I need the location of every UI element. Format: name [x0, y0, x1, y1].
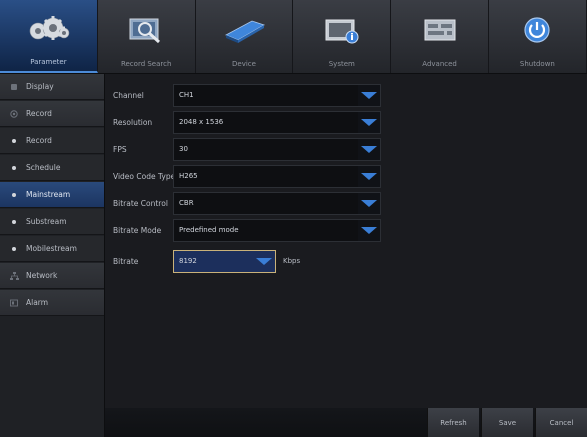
sidebar-item-label: Alarm — [26, 298, 49, 307]
field-label: Bitrate Control — [113, 198, 168, 208]
video-code-type-row: Video Code Type H265 — [105, 163, 381, 189]
sidebar-item-label: Mobilestream — [26, 244, 77, 253]
tab-label: Advanced — [422, 60, 457, 68]
resolution-select[interactable]: 2048 x 1536 — [173, 110, 381, 134]
sidebar-item-record-section[interactable]: Record — [0, 101, 104, 127]
save-button[interactable]: Save — [481, 408, 533, 437]
resolution-row: Resolution 2048 x 1536 — [105, 109, 381, 135]
bullet-icon — [8, 192, 20, 197]
dropdown-arrow-icon[interactable] — [358, 138, 380, 160]
field-label: Bitrate — [113, 256, 139, 266]
tab-label: Shutdown — [519, 60, 555, 68]
tab-device[interactable]: Device — [196, 0, 294, 73]
sidebar-item-record[interactable]: Record — [0, 128, 104, 154]
tab-shutdown[interactable]: Shutdown — [489, 0, 587, 73]
sidebar-item-label: Schedule — [26, 163, 61, 172]
sidebar-item-schedule[interactable]: Schedule — [0, 155, 104, 181]
tab-label: Parameter — [30, 58, 67, 66]
sidebar-item-label: Display — [26, 82, 54, 91]
mainstream-settings-panel: Channel CH1 Resolution 2048 x 1536 FPS 3… — [105, 74, 587, 437]
dropdown-arrow-icon[interactable] — [358, 84, 380, 106]
bitrate-mode-row: Bitrate Mode Predefined mode — [105, 217, 381, 243]
sidebar-item-substream[interactable]: Substream — [0, 209, 104, 235]
gears-icon — [26, 12, 70, 48]
channel-row: Channel CH1 — [105, 82, 381, 108]
advanced-board-icon — [420, 12, 460, 48]
sidebar: Display Record Record Schedule Mainstrea… — [0, 74, 105, 437]
tab-label: System — [328, 60, 355, 68]
sidebar-item-mainstream[interactable]: Mainstream — [0, 182, 104, 208]
sidebar-item-network[interactable]: Network — [0, 263, 104, 289]
tab-label: Record Search — [120, 60, 172, 68]
display-icon — [8, 83, 20, 90]
dropdown-arrow-icon[interactable] — [358, 219, 380, 241]
bullet-icon — [8, 165, 20, 170]
channel-select[interactable]: CH1 — [173, 83, 381, 107]
dropdown-arrow-icon[interactable] — [358, 165, 380, 187]
sidebar-item-alarm[interactable]: Alarm — [0, 290, 104, 316]
bitrate-control-row: Bitrate Control CBR — [105, 190, 381, 216]
alarm-icon — [8, 299, 20, 307]
bullet-icon — [8, 138, 20, 143]
top-tab-bar: Parameter Record Search Device System Ad… — [0, 0, 587, 74]
dropdown-arrow-icon[interactable] — [358, 111, 380, 133]
select-value: CBR — [179, 199, 194, 207]
sidebar-item-label: Record — [26, 136, 52, 145]
power-icon — [521, 12, 553, 48]
field-label: Channel — [113, 90, 144, 100]
tab-system[interactable]: System — [293, 0, 392, 73]
bitrate-unit: Kbps — [283, 257, 301, 265]
bitrate-row: Bitrate 8192 Kbps — [105, 248, 300, 274]
hard-drive-icon — [222, 12, 266, 48]
magnifier-icon — [126, 12, 166, 48]
field-label: Video Code Type — [113, 171, 176, 181]
bitrate-control-select[interactable]: CBR — [173, 191, 381, 215]
cancel-button[interactable]: Cancel — [535, 408, 587, 437]
tab-label: Device — [232, 60, 256, 68]
dropdown-arrow-icon[interactable] — [358, 192, 380, 214]
field-label: Bitrate Mode — [113, 225, 162, 235]
fps-select[interactable]: 30 — [173, 137, 381, 161]
select-value: CH1 — [179, 91, 194, 99]
sidebar-item-label: Network — [26, 271, 58, 280]
dropdown-arrow-icon[interactable] — [253, 250, 275, 272]
video-code-type-select[interactable]: H265 — [173, 164, 381, 188]
network-icon — [8, 271, 20, 280]
select-value: H265 — [179, 172, 198, 180]
sidebar-item-label: Substream — [26, 217, 67, 226]
field-label: FPS — [113, 144, 127, 154]
bitrate-select[interactable]: 8192 — [173, 249, 276, 273]
system-info-icon — [322, 12, 362, 48]
tab-record-search[interactable]: Record Search — [98, 0, 196, 73]
field-label: Resolution — [113, 117, 153, 127]
bullet-icon — [8, 219, 20, 224]
sidebar-item-label: Mainstream — [26, 190, 71, 199]
bitrate-mode-select[interactable]: Predefined mode — [173, 218, 381, 242]
select-value: Predefined mode — [179, 226, 239, 234]
tab-advanced[interactable]: Advanced — [391, 0, 489, 73]
select-value: 30 — [179, 145, 188, 153]
refresh-button[interactable]: Refresh — [427, 408, 479, 437]
sidebar-item-display[interactable]: Display — [0, 74, 104, 100]
record-icon — [8, 109, 20, 118]
action-bar: Refresh Save Cancel — [105, 408, 587, 437]
bullet-icon — [8, 246, 20, 251]
sidebar-item-mobilestream[interactable]: Mobilestream — [0, 236, 104, 262]
select-value: 8192 — [179, 257, 197, 265]
fps-row: FPS 30 — [105, 136, 381, 162]
sidebar-item-label: Record — [26, 109, 52, 118]
select-value: 2048 x 1536 — [179, 118, 224, 126]
tab-parameter[interactable]: Parameter — [0, 0, 98, 73]
